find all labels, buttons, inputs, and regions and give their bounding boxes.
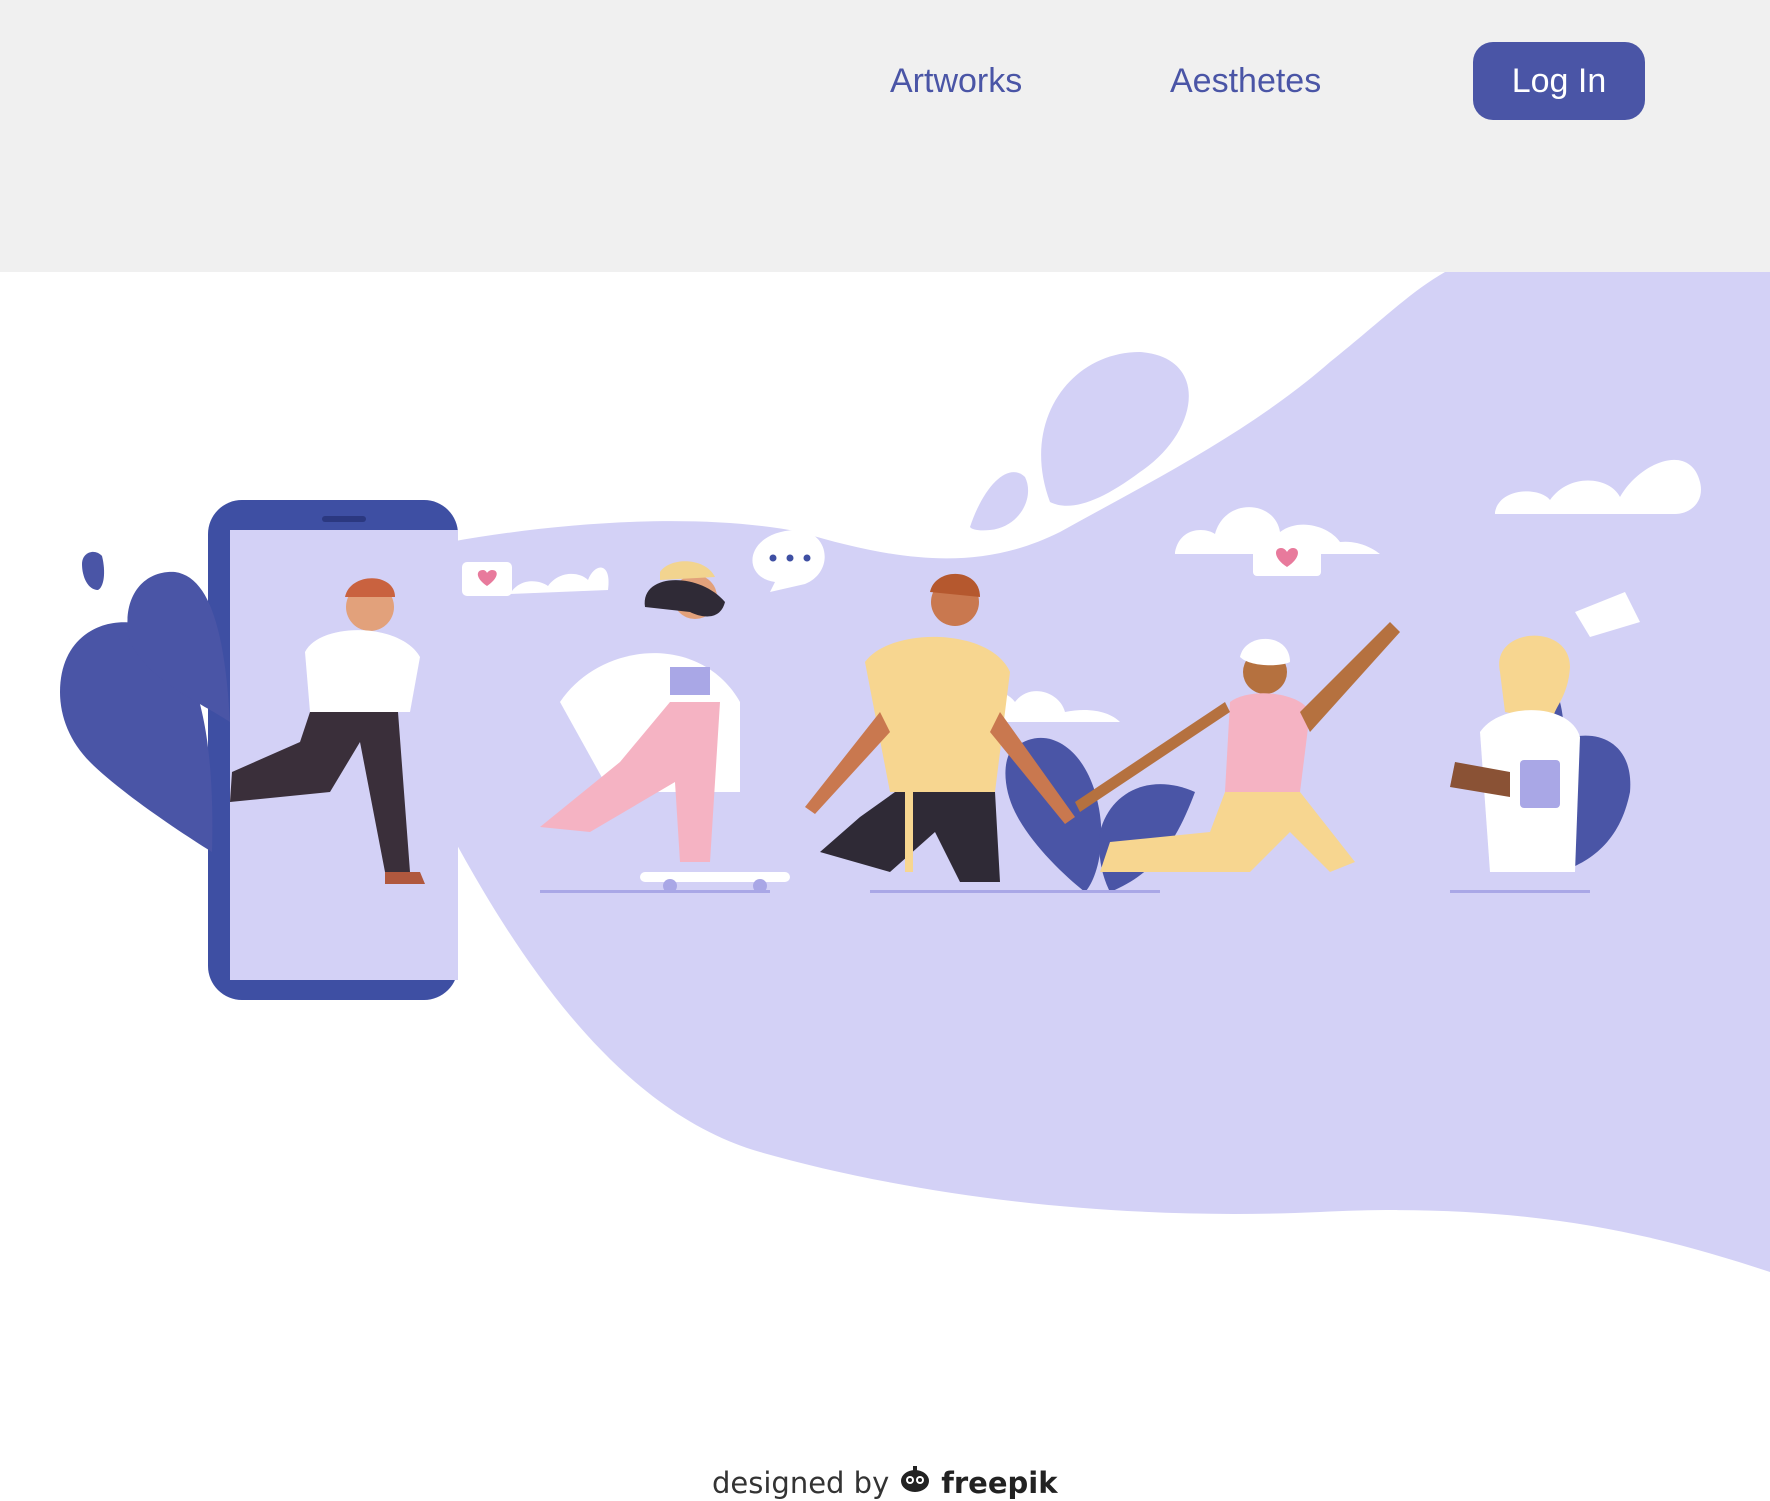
freepik-logo-icon [897, 1464, 933, 1501]
blob-small [970, 472, 1029, 531]
site-header: Artworks Aesthetes Log In [0, 0, 1770, 272]
hero-illustration-svg [60, 272, 1770, 1272]
phone-speaker [322, 516, 366, 522]
hero-illustration: designed by freepik [0, 272, 1770, 1500]
nav-link-artworks[interactable]: Artworks [890, 62, 1022, 101]
nav-link-aesthetes[interactable]: Aesthetes [1170, 62, 1321, 101]
blob-left [82, 551, 105, 590]
credit-text: designed by [712, 1465, 890, 1500]
freepik-credit: designed by freepik [712, 1464, 1058, 1501]
login-button[interactable]: Log In [1473, 42, 1645, 120]
credit-brand: freepik [941, 1465, 1058, 1500]
